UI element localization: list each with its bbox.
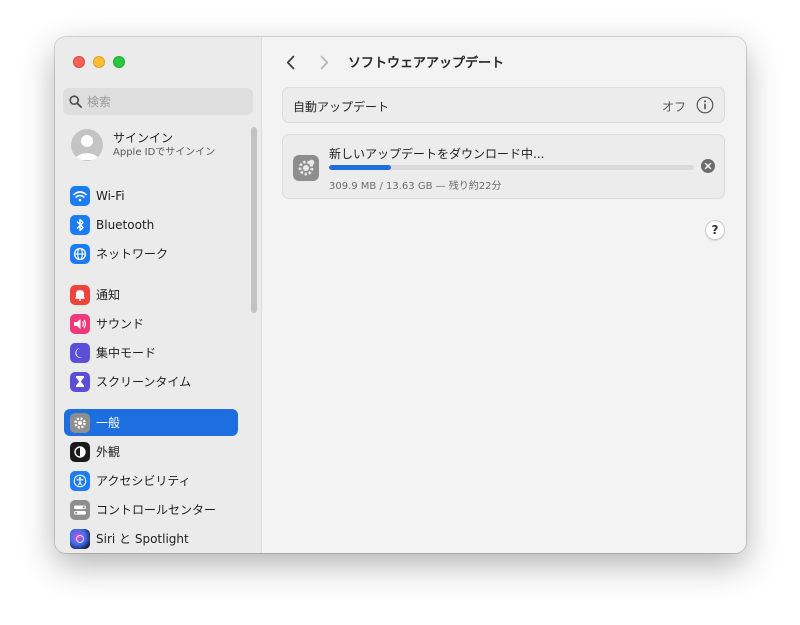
search-icon xyxy=(69,95,82,108)
bluetooth-icon xyxy=(70,214,90,235)
help-button[interactable]: ? xyxy=(705,220,725,240)
close-button[interactable] xyxy=(73,56,85,68)
sidebar-item-label: Siri と Spotlight xyxy=(96,532,189,546)
search-input[interactable] xyxy=(87,94,237,109)
sidebar-item-siri-spotlight[interactable]: Siri と Spotlight xyxy=(64,525,238,552)
download-progress xyxy=(329,165,694,170)
sidebar-item-network[interactable]: ネットワーク xyxy=(64,240,238,267)
toolbar: ソフトウェアアップデート xyxy=(262,37,746,87)
search-box[interactable] xyxy=(63,88,253,115)
window-controls xyxy=(73,56,125,68)
globe-icon xyxy=(70,243,90,264)
info-button[interactable] xyxy=(696,96,714,114)
sidebar-item-screen-time[interactable]: スクリーンタイム xyxy=(64,368,238,395)
close-icon xyxy=(704,162,712,170)
software-update-icon xyxy=(293,155,319,181)
sidebar-item-bluetooth[interactable]: Bluetooth xyxy=(64,211,238,238)
sidebar-item-label: 集中モード xyxy=(96,346,157,360)
forward-button[interactable] xyxy=(314,52,334,72)
download-progress-fill xyxy=(329,165,392,170)
sidebar-item-label: 一般 xyxy=(96,416,121,430)
info-icon xyxy=(696,96,714,114)
appearance-icon xyxy=(70,441,90,462)
sidebar-item-sound[interactable]: サウンド xyxy=(64,310,238,337)
sidebar-item-appearance[interactable]: 外観 xyxy=(64,438,238,465)
sidebar: サインイン Apple IDでサインイン Wi-Fi Bluetooth ネット… xyxy=(55,37,262,553)
update-card: 新しいアップデートをダウンロード中... 309.9 MB / 13.63 GB… xyxy=(282,134,725,199)
sidebar-item-wifi[interactable]: Wi-Fi xyxy=(64,182,238,209)
account-subtitle: Apple IDでサインイン xyxy=(113,146,216,158)
sidebar-item-notifications[interactable]: 通知 xyxy=(64,281,238,308)
minimize-button[interactable] xyxy=(93,56,105,68)
auto-update-row: 自動アップデート オフ xyxy=(282,87,725,123)
moon-icon xyxy=(70,342,90,363)
account-signin[interactable]: サインイン Apple IDでサインイン xyxy=(71,129,215,161)
auto-update-label: 自動アップデート xyxy=(293,100,390,114)
bell-icon xyxy=(70,284,90,305)
sidebar-scrollbar[interactable] xyxy=(251,127,257,313)
sidebar-item-general[interactable]: 一般 xyxy=(64,409,238,436)
sidebar-item-accessibility[interactable]: アクセシビリティ xyxy=(64,467,238,494)
sidebar-item-focus[interactable]: 集中モード xyxy=(64,339,238,366)
back-button[interactable] xyxy=(280,52,300,72)
sidebar-item-label: 外観 xyxy=(96,445,121,459)
gear-icon xyxy=(70,412,90,433)
sidebar-item-label: 通知 xyxy=(96,288,121,302)
siri-icon xyxy=(70,528,90,549)
sidebar-item-control-center[interactable]: コントロールセンター xyxy=(64,496,238,523)
auto-update-value: オフ xyxy=(661,100,686,114)
wifi-icon xyxy=(70,185,90,206)
sidebar-item-label: サウンド xyxy=(96,317,145,331)
speaker-icon xyxy=(70,313,90,334)
cancel-download-button[interactable] xyxy=(701,159,715,173)
sidebar-item-label: ネットワーク xyxy=(96,247,169,261)
avatar xyxy=(71,129,103,161)
sidebar-item-label: コントロールセンター xyxy=(96,503,217,517)
update-title: 新しいアップデートをダウンロード中... xyxy=(329,147,545,161)
account-title: サインイン xyxy=(113,130,174,145)
person-icon xyxy=(75,135,99,160)
sidebar-item-label: スクリーンタイム xyxy=(96,375,192,389)
control-center-icon xyxy=(70,499,90,520)
sidebar-item-label: Bluetooth xyxy=(96,217,155,232)
sidebar-item-label: アクセシビリティ xyxy=(96,474,191,488)
settings-window: サインイン Apple IDでサインイン Wi-Fi Bluetooth ネット… xyxy=(55,37,746,553)
hourglass-icon xyxy=(70,371,90,392)
sidebar-item-label: Wi-Fi xyxy=(96,188,125,203)
page-title: ソフトウェアアップデート xyxy=(348,56,505,71)
accessibility-icon xyxy=(70,470,90,491)
chevron-right-icon xyxy=(320,55,328,69)
update-status: 309.9 MB / 13.63 GB — 残り約22分 xyxy=(329,181,502,192)
chevron-left-icon xyxy=(286,55,294,69)
zoom-button[interactable] xyxy=(113,56,125,68)
main-pane: ソフトウェアアップデート 自動アップデート オフ 新しいアップデートをダウンロー… xyxy=(262,37,746,553)
